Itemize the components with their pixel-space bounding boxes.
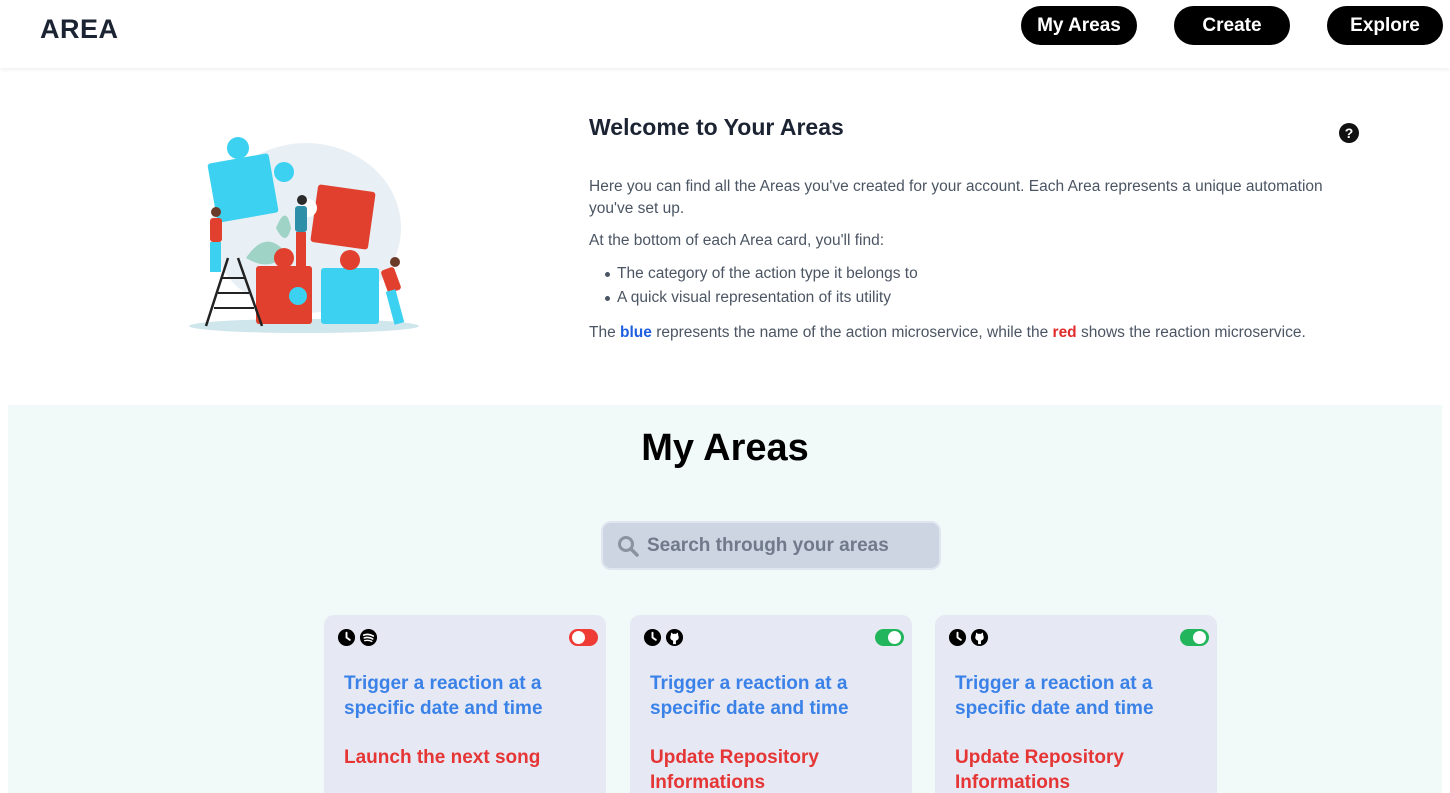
area-card[interactable]: Trigger a reaction at a specific date an… xyxy=(630,615,912,793)
my-areas-heading: My Areas xyxy=(641,427,809,469)
card-reaction-name: Launch the next song xyxy=(344,747,541,768)
search-input[interactable] xyxy=(647,534,937,557)
bullet-item: A quick visual representation of its uti… xyxy=(603,286,1369,310)
clock-icon xyxy=(337,628,356,647)
legend-red-word: red xyxy=(1052,324,1077,341)
area-enable-toggle[interactable] xyxy=(875,629,904,646)
legend-middle: represents the name of the action micros… xyxy=(656,324,1049,341)
welcome-description: Here you can find all the Areas you've c… xyxy=(589,176,1369,354)
card-service-icons xyxy=(948,628,989,647)
welcome-paragraph: Here you can find all the Areas you've c… xyxy=(589,178,1323,217)
search-icon xyxy=(618,535,639,557)
nav-create-button[interactable]: Create xyxy=(1174,6,1290,45)
card-action-name: Trigger a reaction at a specific date an… xyxy=(344,673,543,719)
puzzle-team-illustration xyxy=(186,128,426,338)
bullet-item: The category of the action type it belon… xyxy=(603,262,1369,286)
card-reaction-name: Update Repository Informations xyxy=(650,747,819,793)
clock-icon xyxy=(948,628,967,647)
card-reaction-name: Update Repository Informations xyxy=(955,747,1124,793)
color-legend-line: The blue represents the name of the acti… xyxy=(589,322,1369,344)
card-service-icons xyxy=(337,628,378,647)
nav-explore-button[interactable]: Explore xyxy=(1327,6,1443,45)
nav-my-areas-button[interactable]: My Areas xyxy=(1021,6,1137,45)
welcome-paragraph: At the bottom of each Area card, you'll … xyxy=(589,232,885,249)
spotify-icon xyxy=(359,628,378,647)
question-circle-icon[interactable]: ? xyxy=(1339,123,1359,143)
card-action-name: Trigger a reaction at a specific date an… xyxy=(955,673,1154,719)
card-service-icons xyxy=(643,628,684,647)
top-navbar: AREA My Areas Create Explore xyxy=(0,0,1450,68)
card-action-name: Trigger a reaction at a specific date an… xyxy=(650,673,849,719)
area-enable-toggle[interactable] xyxy=(569,629,598,646)
area-card[interactable]: Trigger a reaction at a specific date an… xyxy=(324,615,606,793)
legend-suffix: shows the reaction microservice. xyxy=(1080,324,1306,341)
github-icon xyxy=(665,628,684,647)
area-enable-toggle[interactable] xyxy=(1180,629,1209,646)
search-box[interactable] xyxy=(601,521,941,570)
clock-icon xyxy=(643,628,662,647)
welcome-title: Welcome to Your Areas xyxy=(589,114,844,140)
legend-blue-word: blue xyxy=(620,324,652,341)
app-logo[interactable]: AREA xyxy=(40,14,119,45)
my-areas-section: My Areas Trigger a reaction at a specifi… xyxy=(8,405,1442,793)
github-icon xyxy=(970,628,989,647)
legend-prefix: The xyxy=(589,324,616,341)
welcome-bullet-list: The category of the action type it belon… xyxy=(603,262,1369,310)
area-card[interactable]: Trigger a reaction at a specific date an… xyxy=(935,615,1217,793)
